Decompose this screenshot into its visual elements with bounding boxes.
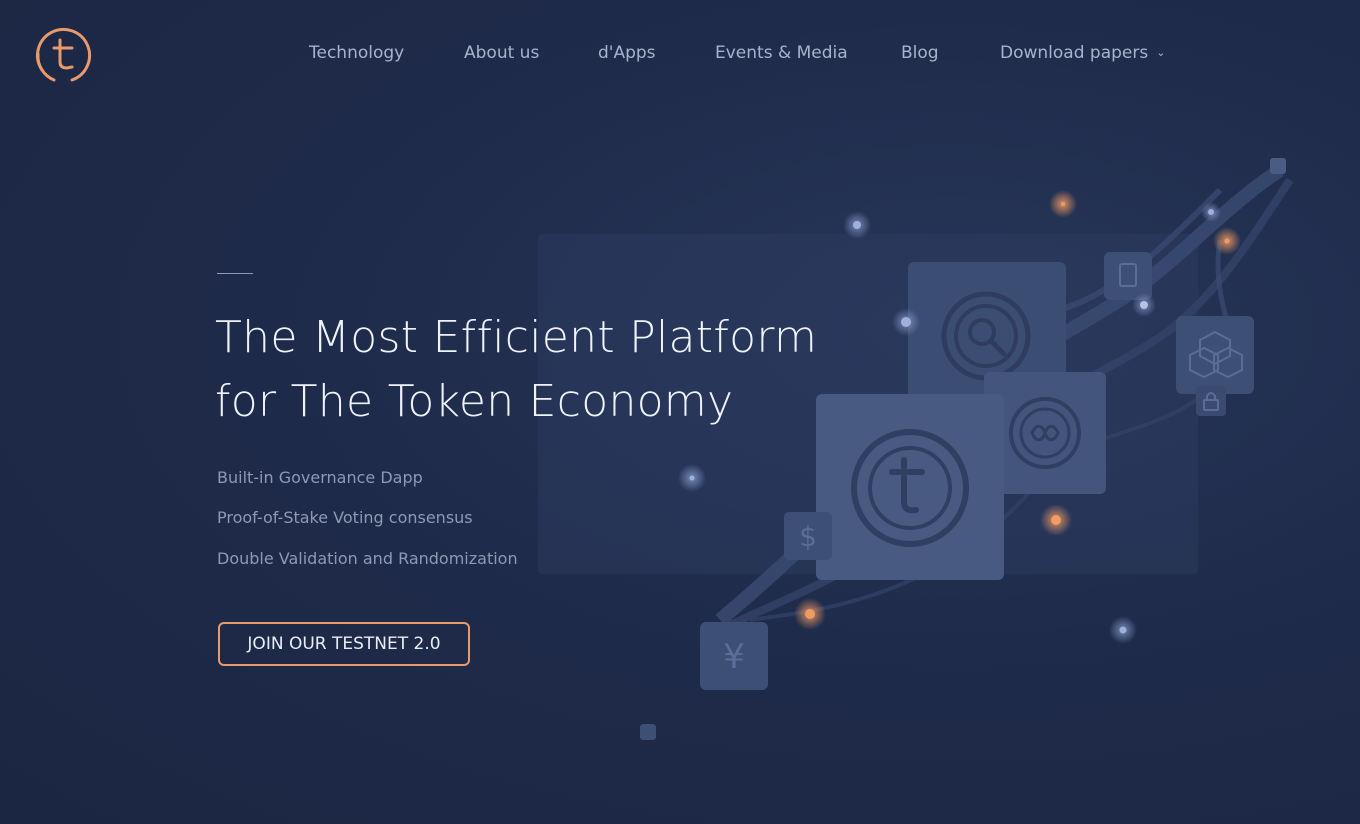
nav-technology[interactable]: Technology [309, 43, 404, 63]
chevron-down-icon: ⌄ [1156, 46, 1166, 59]
top-navigation: Technology About us d'Apps Events & Medi… [0, 0, 1360, 110]
hero-divider [217, 273, 253, 274]
hero-title-line-2: for The Token Economy [215, 376, 734, 427]
nav-about-us[interactable]: About us [464, 43, 539, 63]
hero-illustration: $ ¥ [520, 150, 1300, 750]
feature-item: Proof-of-Stake Voting consensus [217, 508, 473, 527]
nav-blog[interactable]: Blog [901, 43, 939, 63]
lock-card [1196, 386, 1226, 416]
svg-text:¥: ¥ [723, 637, 745, 677]
nav-download-papers-label: Download papers [1000, 43, 1149, 63]
blocks-card [1176, 316, 1254, 394]
nav-download-papers[interactable]: Download papers ⌄ [1000, 43, 1165, 63]
svg-text:$: $ [799, 520, 817, 553]
nav-events-media[interactable]: Events & Media [715, 43, 848, 63]
feature-item: Built-in Governance Dapp [217, 468, 423, 487]
join-testnet-button[interactable]: JOIN OUR TESTNET 2.0 [218, 622, 470, 666]
dollar-card: $ [784, 512, 832, 560]
nav-dapps[interactable]: d'Apps [598, 43, 656, 63]
hero-title-line-1: The Most Efficient Platform [215, 312, 818, 363]
hero-title: The Most Efficient Platform for The Toke… [215, 306, 915, 434]
document-card [1104, 252, 1152, 300]
feature-item: Double Validation and Randomization [217, 549, 518, 568]
yen-card: ¥ [700, 622, 768, 690]
